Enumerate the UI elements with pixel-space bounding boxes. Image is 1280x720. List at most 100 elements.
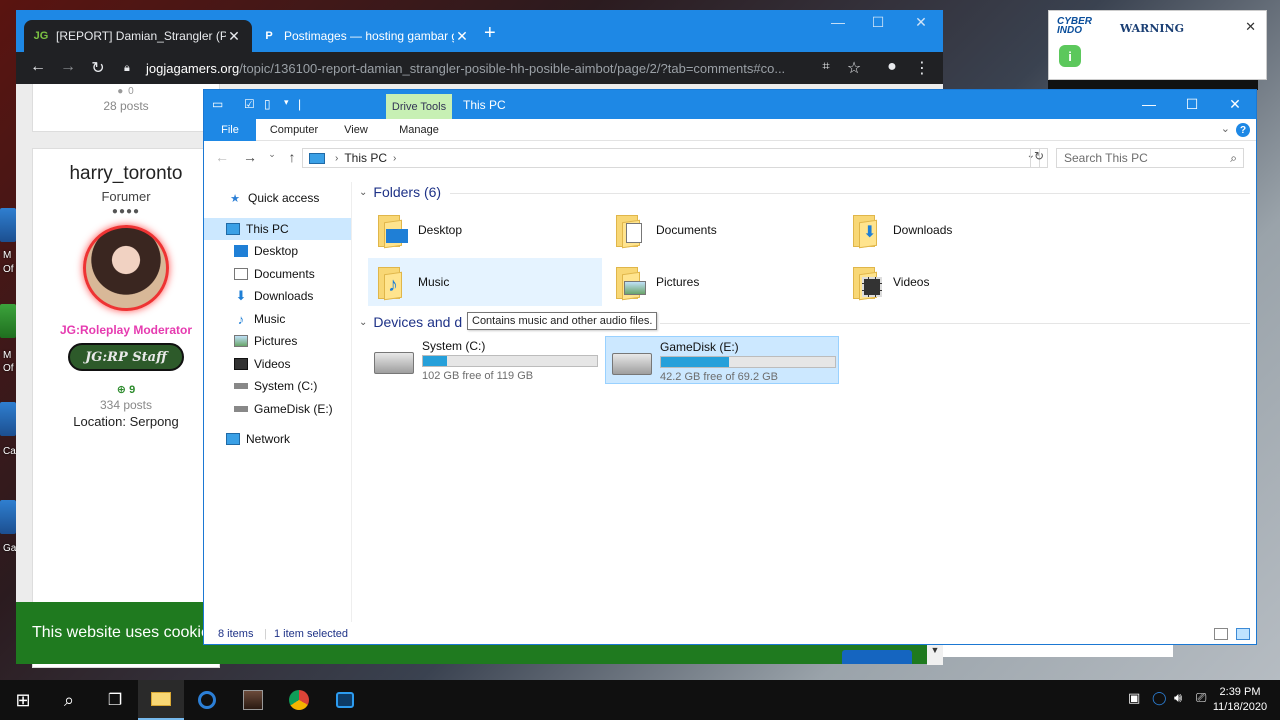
- desktop-icon: [234, 245, 248, 257]
- drive-tools-context-tab[interactable]: Drive Tools: [386, 94, 452, 119]
- nav-gamedisk-e[interactable]: GameDisk (E:): [204, 398, 351, 420]
- chevron-down-icon: ⌄: [359, 316, 368, 328]
- folder-desktop[interactable]: Desktop: [368, 206, 602, 254]
- drive-system-c[interactable]: System (C:) 102 GB free of 119 GB: [368, 336, 602, 384]
- address-bar[interactable]: 🔒︎ jogjagamers.org /topic/136100-report-…: [124, 56, 824, 80]
- remote-app-icon[interactable]: [322, 680, 368, 720]
- up-arrow-icon[interactable]: ↑: [284, 149, 300, 165]
- volume-icon[interactable]: 🔊︎: [1174, 690, 1182, 706]
- desktop-icon[interactable]: [0, 304, 16, 338]
- folder-downloads[interactable]: ⬇ Downloads: [843, 206, 1077, 254]
- tray-cortana-icon[interactable]: ◯: [1152, 690, 1167, 706]
- folder-documents[interactable]: Documents: [606, 206, 840, 254]
- tab-report[interactable]: JG [REPORT] Damian_Strangler (Posi ✕: [24, 20, 252, 52]
- nav-desktop[interactable]: Desktop: [204, 240, 351, 262]
- forward-arrow-icon[interactable]: →: [58, 58, 78, 76]
- breadcrumb-chevron-icon[interactable]: ›: [393, 153, 396, 164]
- separator: |: [298, 97, 302, 111]
- drive-gamedisk-e[interactable]: GameDisk (E:) 42.2 GB free of 69.2 GB: [605, 336, 839, 384]
- nav-this-pc[interactable]: This PC: [204, 218, 351, 240]
- drive-free-space: 42.2 GB free of 69.2 GB: [660, 371, 779, 383]
- file-explorer-taskbar-icon[interactable]: [138, 680, 184, 720]
- reputation: ● 0: [117, 86, 135, 97]
- folders-group-header[interactable]: ⌄ Folders (6): [359, 184, 441, 200]
- rank-pips: ●●●●: [111, 206, 141, 217]
- tab-file[interactable]: File: [204, 119, 256, 141]
- desktop-icon-label: Of: [3, 363, 14, 374]
- drive-icon: [234, 383, 248, 389]
- folder-music[interactable]: ♪ Music: [368, 258, 602, 306]
- back-arrow-icon[interactable]: ←: [214, 149, 230, 165]
- nav-quick-access[interactable]: ★ Quick access: [204, 187, 351, 209]
- cyberindo-logo: CYBER INDO: [1057, 16, 1093, 36]
- details-view-icon[interactable]: [1214, 628, 1228, 640]
- separator: |: [264, 628, 267, 640]
- nav-documents[interactable]: Documents: [204, 263, 351, 285]
- explorer-titlebar: ▭ ☑ ▯ ▾ | Drive Tools This PC — ☐ ✕: [204, 90, 1256, 119]
- nav-downloads[interactable]: ⬇ Downloads: [204, 285, 351, 307]
- cortana-ring-icon[interactable]: [184, 680, 230, 720]
- profile-avatar-icon[interactable]: ●: [882, 58, 902, 76]
- minimize-icon[interactable]: —: [1134, 96, 1164, 112]
- nav-pictures[interactable]: Pictures: [204, 330, 351, 352]
- address-bar[interactable]: › This PC › ⌄: [302, 148, 1040, 168]
- new-folder-icon[interactable]: ▯: [264, 97, 271, 111]
- divider: [450, 193, 1250, 194]
- network-icon[interactable]: ⎚: [1196, 690, 1206, 706]
- nav-videos[interactable]: Videos: [204, 353, 351, 375]
- desktop-icon[interactable]: [0, 208, 16, 242]
- breadcrumb-this-pc[interactable]: This PC: [344, 151, 387, 165]
- search-input[interactable]: Search This PC ⌕: [1056, 148, 1244, 168]
- close-icon[interactable]: ✕: [1245, 19, 1256, 35]
- folder-videos[interactable]: Videos: [843, 258, 1077, 306]
- avatar[interactable]: [83, 225, 169, 311]
- tab-postimages[interactable]: P Postimages — hosting gambar g ✕: [252, 20, 480, 52]
- maximize-icon[interactable]: ☐: [1177, 96, 1207, 113]
- cookie-accept-button[interactable]: [842, 650, 912, 664]
- star-bookmark-icon[interactable]: ☆: [844, 58, 864, 78]
- properties-icon[interactable]: ☑: [244, 97, 255, 111]
- scroll-down-icon[interactable]: ▼: [927, 645, 943, 665]
- tab-view[interactable]: View: [336, 119, 376, 141]
- breadcrumb-chevron-icon: ›: [335, 152, 339, 164]
- close-icon[interactable]: ✕: [226, 28, 242, 45]
- task-view-icon[interactable]: ❐: [92, 680, 138, 720]
- nav-system-c[interactable]: System (C:): [204, 375, 351, 397]
- maximize-icon[interactable]: ☐: [866, 14, 890, 31]
- drive-usage-fill: [661, 357, 729, 367]
- large-icons-view-icon[interactable]: [1236, 628, 1250, 640]
- customize-qat-icon[interactable]: ▾: [284, 97, 289, 108]
- tray-app-icon[interactable]: ▣: [1128, 690, 1140, 706]
- search-icon[interactable]: ⌕: [46, 680, 92, 720]
- devices-group-header[interactable]: ⌄ Devices and d: [359, 314, 462, 330]
- username[interactable]: harry_toronto: [33, 163, 219, 185]
- start-windows-icon[interactable]: ⊞: [0, 680, 46, 720]
- desktop-icon[interactable]: [0, 402, 16, 436]
- tab-computer[interactable]: Computer: [262, 119, 326, 141]
- recent-locations-icon[interactable]: ⌄: [264, 149, 280, 160]
- reload-icon[interactable]: ↻: [88, 58, 108, 78]
- game-app-icon[interactable]: [230, 680, 276, 720]
- close-icon[interactable]: ✕: [454, 28, 470, 45]
- nav-network[interactable]: Network: [204, 428, 351, 450]
- chrome-icon[interactable]: [276, 680, 322, 720]
- nav-music[interactable]: ♪ Music: [204, 308, 351, 330]
- expand-ribbon-icon[interactable]: ⌄: [1221, 122, 1230, 135]
- translate-icon[interactable]: ⌗: [816, 58, 836, 74]
- refresh-icon[interactable]: ↻: [1030, 148, 1048, 168]
- status-bar: 8 items | 1 item selected: [204, 626, 1256, 644]
- help-icon[interactable]: ?: [1236, 123, 1250, 137]
- music-folder-icon: ♪: [378, 265, 406, 301]
- drive-usage-bar: [422, 355, 598, 367]
- desktop-icon[interactable]: [0, 500, 16, 534]
- minimize-icon[interactable]: —: [826, 14, 850, 30]
- system-clock[interactable]: 2:39 PM 11/18/2020: [1212, 685, 1268, 715]
- forward-arrow-icon[interactable]: →: [242, 149, 258, 165]
- menu-kebab-icon[interactable]: ⋮: [912, 58, 932, 78]
- close-window-icon[interactable]: ✕: [1220, 96, 1250, 113]
- new-tab-plus-icon[interactable]: +: [484, 23, 496, 43]
- close-window-icon[interactable]: ✕: [909, 14, 933, 31]
- tab-manage[interactable]: Manage: [386, 119, 452, 141]
- folder-pictures[interactable]: Pictures: [606, 258, 840, 306]
- back-arrow-icon[interactable]: ←: [28, 58, 48, 76]
